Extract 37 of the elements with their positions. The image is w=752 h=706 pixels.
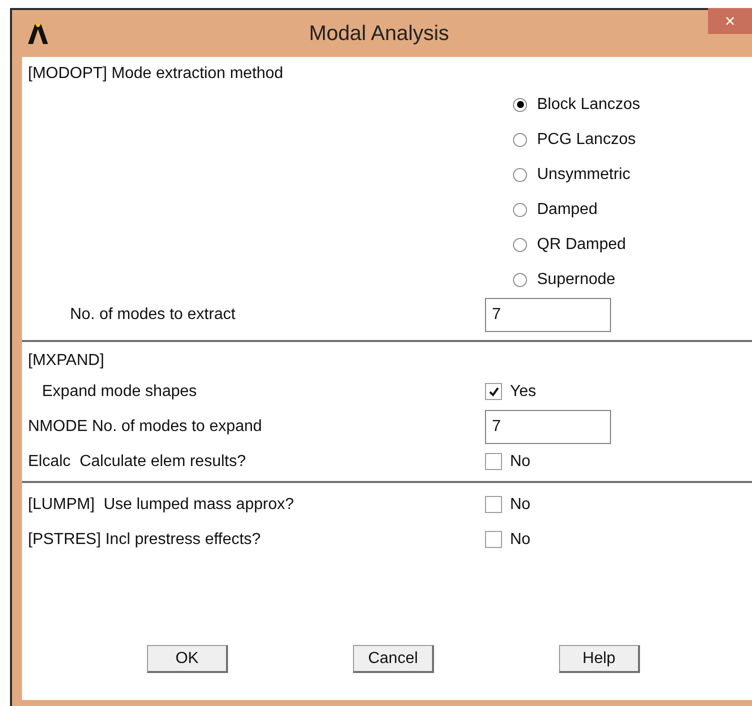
- window-title: Modal Analysis: [308, 20, 450, 47]
- radio-button[interactable]: [513, 132, 527, 146]
- field-label: [PSTRES] Incl prestress effects?: [28, 530, 261, 550]
- field-label: Elcalc Calculate elem results?: [28, 452, 246, 472]
- section-heading: [MODOPT] Mode extraction method: [28, 64, 284, 84]
- radio-label: Unsymmetric: [537, 164, 630, 184]
- checkbox[interactable]: [485, 531, 502, 548]
- dialog-button[interactable]: Help: [559, 645, 640, 673]
- check-icon: [488, 386, 500, 398]
- checkbox[interactable]: [485, 496, 502, 513]
- radio-button[interactable]: [513, 272, 527, 286]
- dialog-button[interactable]: Cancel: [353, 645, 434, 673]
- checkbox-label: No: [510, 530, 530, 550]
- field-label: [LUMPM] Use lumped mass approx?: [28, 494, 294, 514]
- close-button[interactable]: ×: [708, 8, 752, 34]
- dialog-button[interactable]: OK: [147, 645, 228, 673]
- radio-label: QR Damped: [537, 234, 626, 254]
- field-label: Expand mode shapes: [41, 382, 197, 402]
- radio-label: Supernode: [537, 270, 616, 290]
- section-heading: [MXPAND]: [28, 351, 106, 371]
- radio-button[interactable]: [513, 98, 527, 112]
- checkbox-label: Yes: [510, 382, 536, 402]
- radio-label: Block Lanczos: [537, 94, 640, 114]
- radio-button[interactable]: [513, 238, 527, 252]
- radio-label: PCG Lanczos: [537, 130, 636, 150]
- checkbox[interactable]: [485, 453, 502, 470]
- radio-button[interactable]: [513, 168, 527, 182]
- radio-label: Damped: [537, 200, 598, 220]
- field-label: No. of modes to extract: [69, 304, 236, 324]
- logo-icon: [26, 22, 50, 44]
- field-label: NMODE No. of modes to expand: [28, 416, 262, 436]
- input-field[interactable]: 7: [485, 298, 611, 332]
- radio-button[interactable]: [513, 202, 527, 216]
- checkbox-label: No: [510, 494, 530, 514]
- checkbox[interactable]: [485, 383, 502, 400]
- input-field[interactable]: 7: [485, 410, 611, 444]
- checkbox-label: No: [510, 452, 530, 472]
